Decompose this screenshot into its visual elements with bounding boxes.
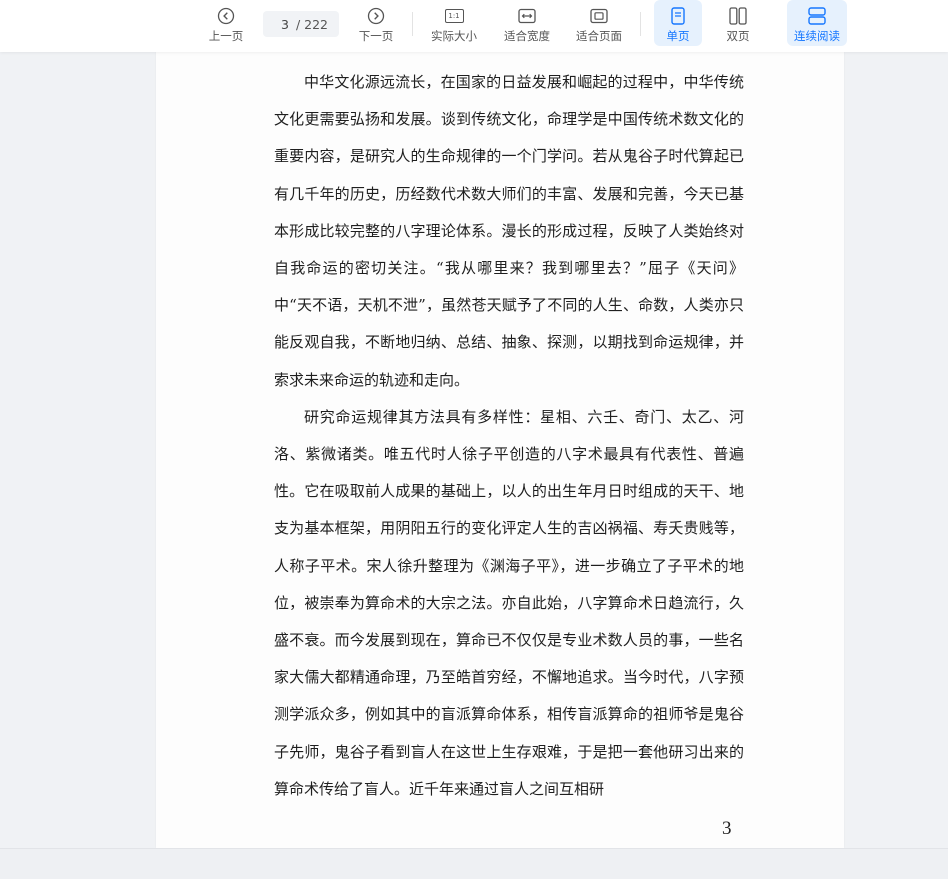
actual-size-button[interactable]: 1:1 实际大小 (426, 0, 482, 48)
page-number: 3 (722, 818, 732, 839)
continuous-reading-icon (808, 6, 826, 26)
actual-size-icon: 1:1 (444, 6, 464, 26)
paragraph: 研究命运规律其方法具有多样性：星相、六壬、奇门、太乙、河洛、紫微诸类。唯五代时人… (274, 407, 744, 798)
page-text: 中华文化源远流长，在国家的日益发展和崛起的过程中，中华传统文化更需要弘扬和发展。… (274, 64, 744, 808)
double-page-label: 双页 (726, 29, 750, 43)
total-pages: / 222 (295, 16, 329, 32)
single-page-icon (671, 6, 685, 26)
toolbar-divider (640, 12, 641, 36)
document-viewer[interactable]: 中华文化源远流长，在国家的日益发展和崛起的过程中，中华传统文化更需要弘扬和发展。… (0, 52, 948, 848)
page-number-input[interactable] (273, 16, 296, 32)
chevron-right-circle-icon (367, 6, 385, 26)
actual-size-label: 实际大小 (431, 29, 477, 43)
single-page-label: 单页 (666, 29, 690, 43)
prev-page-label: 上一页 (208, 29, 244, 43)
fit-page-label: 适合页面 (576, 29, 622, 43)
paragraph: 中华文化源远流长，在国家的日益发展和崛起的过程中，中华传统文化更需要弘扬和发展。… (274, 73, 744, 389)
double-page-button[interactable]: 双页 (716, 0, 760, 48)
next-page-label: 下一页 (358, 29, 394, 43)
toolbar-divider (412, 12, 413, 36)
fit-width-label: 适合宽度 (504, 29, 550, 43)
reader-toolbar: 上一页 / 222 下一页 1:1 实际大小 适合宽度 适合页面 单页 (0, 0, 948, 52)
page-indicator: / 222 (263, 11, 339, 37)
continuous-reading-button[interactable]: 连续阅读 (787, 0, 847, 46)
fit-page-button[interactable]: 适合页面 (571, 0, 627, 48)
continuous-reading-label: 连续阅读 (794, 29, 840, 43)
chevron-left-circle-icon (217, 6, 235, 26)
fit-page-icon (590, 6, 608, 26)
double-page-icon (729, 6, 747, 26)
document-page: 中华文化源远流长，在国家的日益发展和崛起的过程中，中华传统文化更需要弘扬和发展。… (156, 52, 844, 848)
fit-width-icon (518, 6, 536, 26)
fit-width-button[interactable]: 适合宽度 (499, 0, 555, 48)
next-page-button[interactable]: 下一页 (354, 0, 398, 48)
single-page-button[interactable]: 单页 (654, 0, 702, 46)
bottom-bar (0, 848, 948, 879)
prev-page-button[interactable]: 上一页 (204, 0, 248, 48)
